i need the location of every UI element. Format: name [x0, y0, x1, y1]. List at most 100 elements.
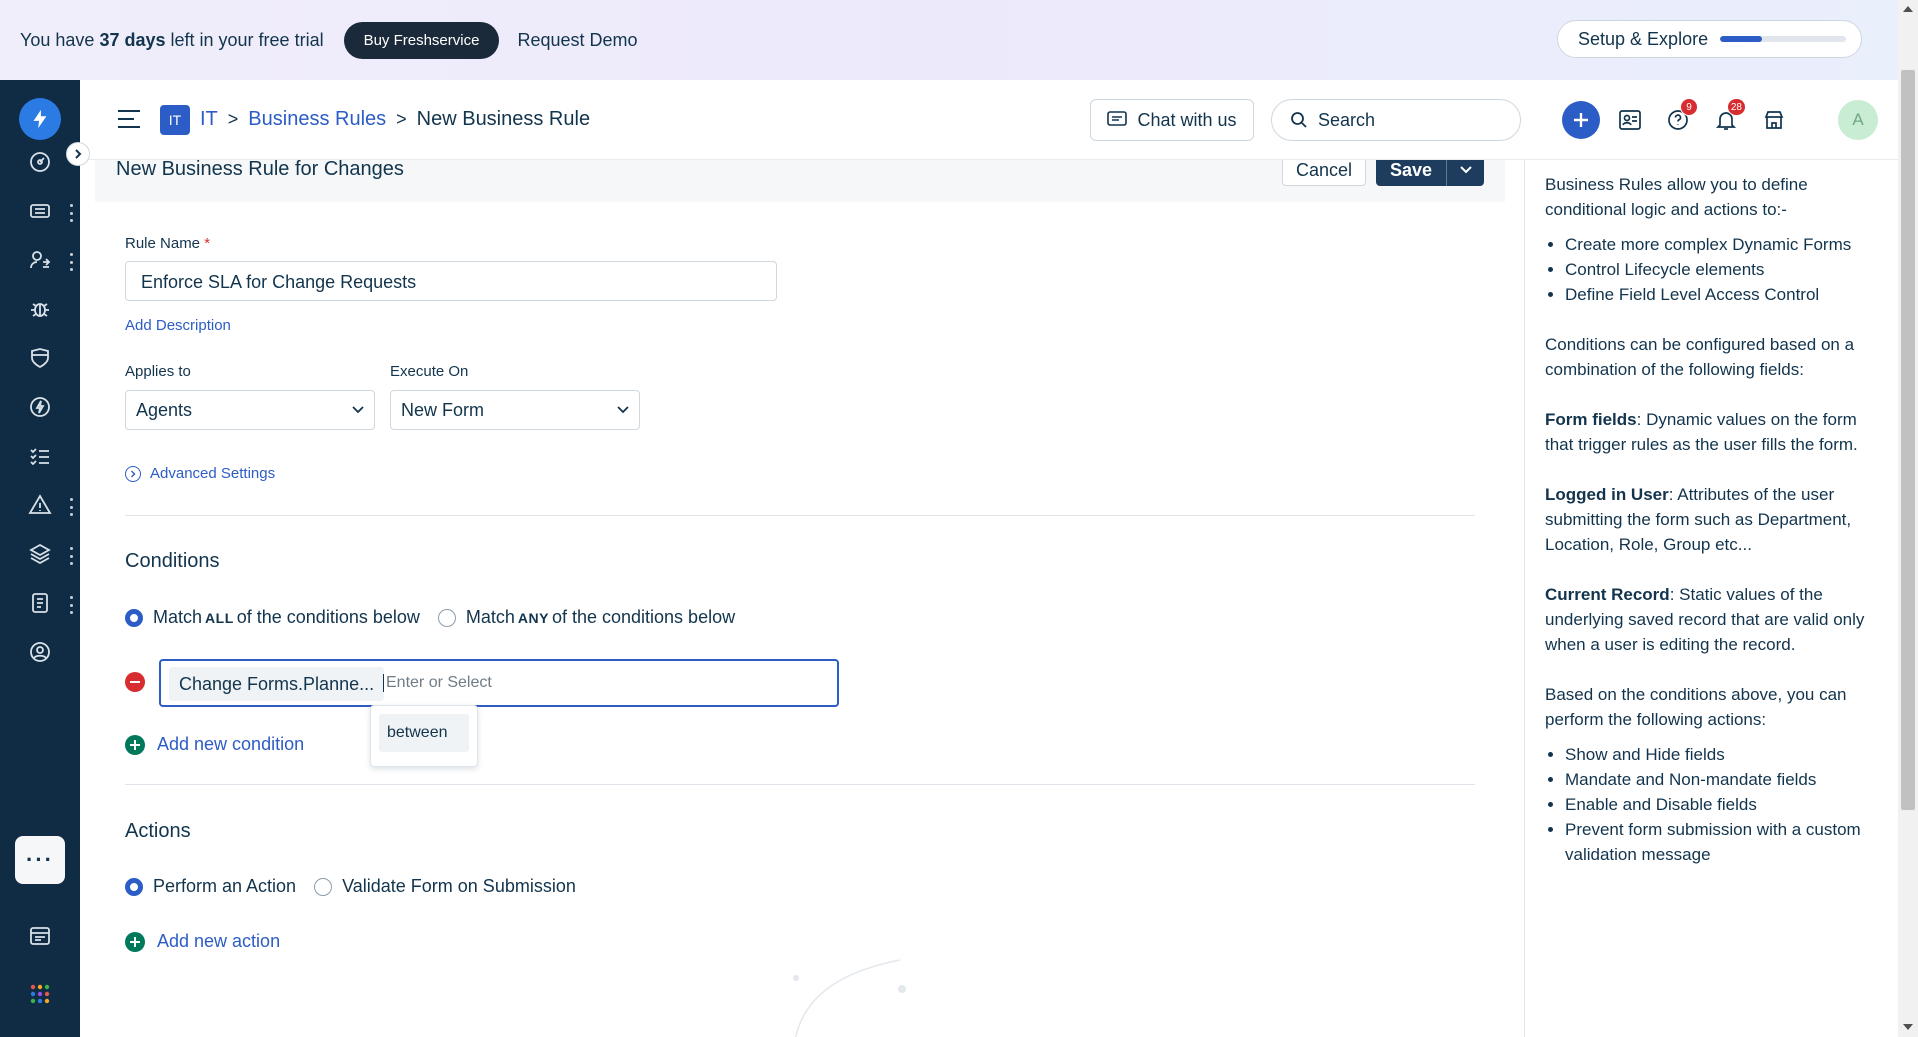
condition-row[interactable]: Change Forms.Planne... Enter or Select [159, 659, 839, 707]
condition-operator-input[interactable]: Enter or Select [383, 674, 492, 692]
new-item-button[interactable] [1562, 101, 1600, 139]
help-panel: Business Rules allow you to define condi… [1524, 160, 1898, 1037]
layers-icon[interactable] [24, 538, 56, 570]
breadcrumb-business-rules[interactable]: Business Rules [248, 108, 386, 131]
chevron-down-icon [617, 406, 629, 414]
setup-explore-button[interactable]: Setup & Explore [1557, 20, 1862, 58]
page-title: New Business Rule for Changes [116, 160, 404, 180]
required-mark: * [204, 235, 211, 252]
main-content: New Business Rule for Changes Cancel Sav… [80, 160, 1524, 1037]
apps-grid-icon[interactable] [24, 978, 56, 1010]
chevron-right-icon [75, 149, 82, 159]
cancel-button[interactable]: Cancel [1282, 160, 1366, 186]
trial-banner: You have 37 days left in your free trial… [0, 0, 1898, 80]
page-scrollbar[interactable] [1898, 0, 1918, 1037]
contacts-card-icon[interactable] [1610, 100, 1650, 140]
breadcrumb: IT > Business Rules > New Business Rule [200, 108, 590, 131]
help-form-fields-key: Form fields [1545, 410, 1637, 429]
help-badge: 9 [1680, 98, 1698, 116]
scroll-up-icon[interactable] [1903, 6, 1913, 12]
add-description-link[interactable]: Add Description [125, 317, 231, 334]
add-new-condition-button[interactable]: Add new condition [125, 734, 304, 755]
admin-icon[interactable] [24, 636, 56, 668]
help-icon[interactable]: 9 [1658, 98, 1698, 140]
help-actions-intro: Based on the conditions above, you can p… [1545, 685, 1847, 729]
execute-on-label: Execute On [390, 363, 469, 380]
execute-on-select[interactable]: New Form [390, 390, 640, 430]
match-all-post: of the conditions below [236, 607, 420, 627]
help-form-fields: Form fields: Dynamic values on the form … [1545, 407, 1878, 457]
rule-name-label: Rule Name * [125, 235, 210, 252]
decorative-illustration [793, 959, 906, 1037]
tasks-list-icon[interactable] [24, 440, 56, 472]
chat-with-us-button[interactable]: Chat with us [1090, 99, 1254, 141]
bug-icon[interactable] [24, 293, 56, 325]
plus-icon [1574, 113, 1588, 127]
advanced-settings-link[interactable]: Advanced Settings [150, 465, 275, 482]
dashboard-icon[interactable] [24, 146, 56, 178]
condition-field-chip[interactable]: Change Forms.Planne... [169, 667, 385, 701]
help-current-record: Current Record: Static values of the und… [1545, 582, 1878, 657]
save-options-dropdown[interactable] [1446, 160, 1484, 186]
save-button[interactable]: Save [1376, 160, 1484, 186]
notifications-bell-icon[interactable]: 28 [1706, 98, 1746, 140]
tickets-icon[interactable] [24, 195, 56, 227]
freshservice-logo-icon[interactable] [19, 98, 61, 140]
applies-to-select[interactable]: Agents [125, 390, 375, 430]
alert-icon[interactable] [24, 489, 56, 521]
rule-name-input[interactable]: Enforce SLA for Change Requests [125, 261, 777, 301]
alert-more-icon[interactable] [68, 498, 74, 516]
chat-label: Chat with us [1137, 109, 1237, 130]
reports-more-icon[interactable] [68, 596, 74, 614]
help-logged-user-key: Logged in User [1545, 485, 1669, 504]
setup-explore-label: Setup & Explore [1578, 28, 1709, 49]
changes-icon[interactable] [24, 391, 56, 423]
add-action-label: Add new action [157, 931, 281, 951]
search-input[interactable]: Search [1271, 99, 1521, 141]
scroll-down-icon[interactable] [1903, 1024, 1913, 1030]
scrollbar-thumb[interactable] [1901, 70, 1915, 810]
perform-action-radio[interactable]: Perform an Action [125, 876, 296, 897]
help-logged-user: Logged in User: Attributes of the user s… [1545, 482, 1878, 557]
add-condition-label: Add new condition [157, 734, 305, 754]
avatar[interactable]: A [1838, 100, 1878, 140]
chevron-right-circle-icon[interactable] [125, 466, 141, 482]
trial-suffix: left in your free trial [170, 29, 324, 50]
operator-dropdown: between [370, 705, 478, 767]
trial-prefix: You have [20, 29, 95, 50]
chevron-down-icon [1459, 166, 1472, 174]
users-more-icon[interactable] [68, 253, 74, 271]
buy-freshservice-button[interactable]: Buy Freshservice [343, 21, 500, 59]
marketplace-store-icon[interactable] [1754, 100, 1794, 140]
more-apps-button[interactable]: ··· [15, 836, 65, 884]
reports-icon[interactable] [24, 587, 56, 619]
match-any-radio[interactable]: Match ANY of the conditions below [437, 607, 735, 628]
remove-condition-icon[interactable] [125, 672, 145, 692]
list-item: Create more complex Dynamic Forms [1565, 232, 1878, 257]
catalog-icon[interactable] [24, 920, 56, 952]
operator-option-between[interactable]: between [379, 714, 469, 752]
validate-form-radio[interactable]: Validate Form on Submission [314, 876, 576, 897]
radio-selected-icon [125, 877, 143, 896]
help-conditions-intro: Conditions can be configured based on a … [1545, 335, 1855, 379]
add-circle-icon [125, 931, 145, 952]
request-demo-link[interactable]: Request Demo [517, 30, 637, 51]
shield-icon[interactable] [24, 342, 56, 374]
search-label: Search [1318, 109, 1376, 130]
help-current-record-key: Current Record [1545, 585, 1670, 604]
expand-nav-button[interactable] [66, 142, 90, 166]
layers-more-icon[interactable] [68, 547, 74, 565]
add-circle-icon [125, 734, 145, 755]
users-transfer-icon[interactable] [24, 244, 56, 276]
tickets-more-icon[interactable] [68, 204, 74, 222]
actions-title: Actions [125, 820, 191, 842]
match-all-radio[interactable]: Match ALL of the conditions below [125, 607, 420, 628]
top-header: IT IT > Business Rules > New Business Ru… [80, 80, 1898, 160]
add-new-action-button[interactable]: Add new action [125, 931, 280, 952]
workspace-badge[interactable]: IT [160, 105, 190, 135]
list-item: Define Field Level Access Control [1565, 282, 1878, 307]
save-label: Save [1389, 160, 1433, 180]
breadcrumb-workspace[interactable]: IT [200, 108, 218, 131]
applies-to-label: Applies to [125, 363, 191, 380]
menu-icon[interactable] [118, 110, 140, 128]
